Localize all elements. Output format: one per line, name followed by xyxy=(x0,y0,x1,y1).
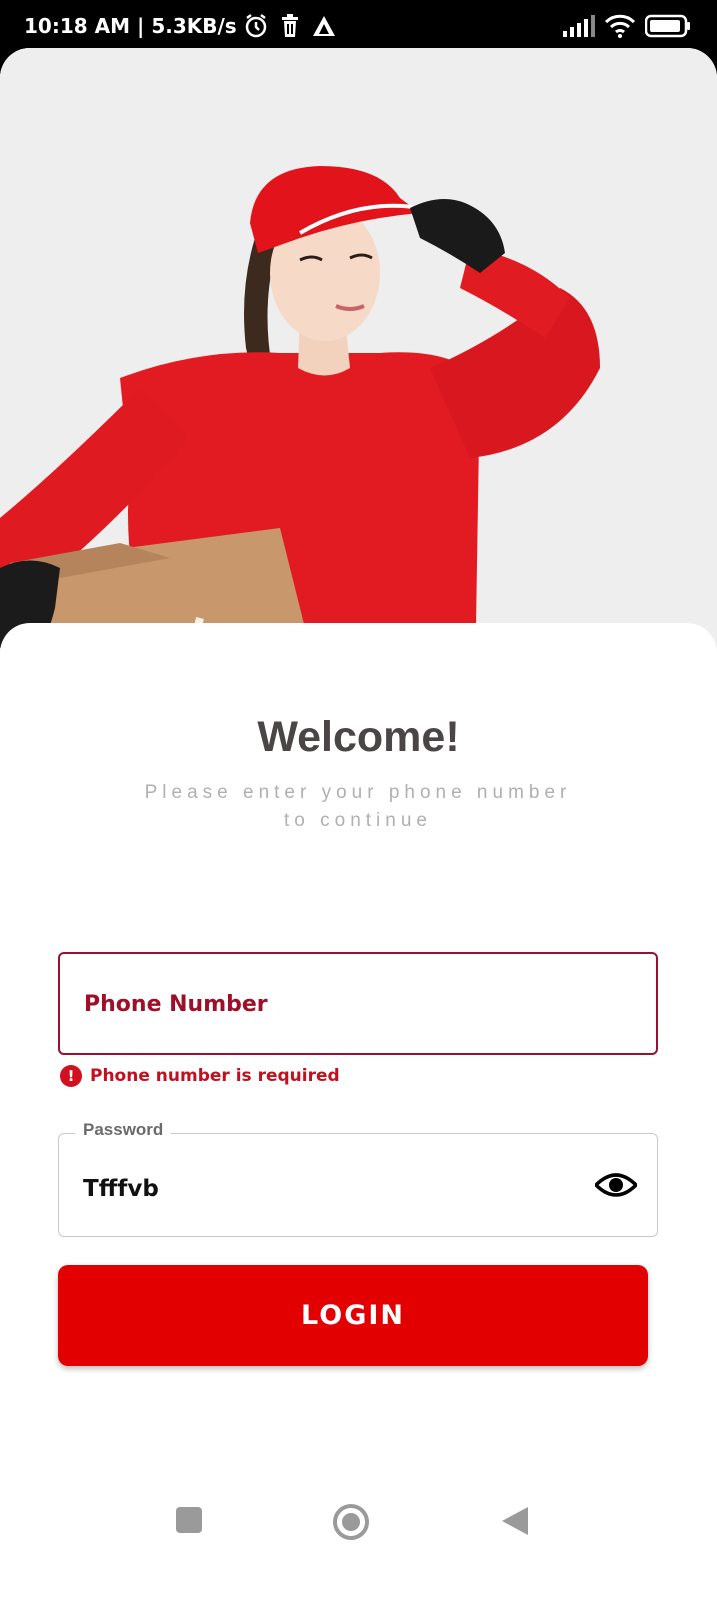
login-card: Welcome! Please enter your phone number … xyxy=(0,623,717,1600)
hero-image xyxy=(0,48,717,688)
subtitle-line-1: Please enter your phone number xyxy=(144,782,572,803)
subtitle-line-2: to continue xyxy=(284,810,432,831)
trash-icon xyxy=(281,14,298,37)
status-bar: 10:18 AM | 5.3KB/s xyxy=(0,0,717,52)
status-notification-icons xyxy=(243,13,337,39)
phone-number-label: Phone Number xyxy=(84,992,268,1017)
recent-apps-icon[interactable] xyxy=(174,1505,204,1535)
phone-error-text: Phone number is required xyxy=(90,1066,340,1086)
phone-number-field[interactable]: Phone Number xyxy=(58,952,658,1055)
eye-icon[interactable] xyxy=(595,1170,637,1200)
wifi-icon xyxy=(605,14,635,38)
status-separator: | xyxy=(137,14,145,38)
network-speed: 5.3KB/s xyxy=(151,14,237,38)
password-label: Password xyxy=(75,1120,172,1140)
password-field[interactable]: Password Tfffvb xyxy=(58,1120,658,1237)
page-subtitle: Please enter your phone number to contin… xyxy=(118,779,598,835)
page-title: Welcome! xyxy=(257,713,460,761)
status-left: 10:18 AM | 5.3KB/s xyxy=(24,13,337,39)
battery-icon xyxy=(645,14,690,38)
phone-error-message: ! Phone number is required xyxy=(60,1065,340,1087)
signal-icon xyxy=(563,15,595,37)
password-input[interactable]: Tfffvb xyxy=(83,1176,159,1202)
home-icon[interactable] xyxy=(332,1503,370,1541)
status-right xyxy=(563,14,691,38)
login-button[interactable]: LOGIN xyxy=(58,1265,648,1366)
error-icon: ! xyxy=(60,1065,82,1087)
login-screen: Welcome! Please enter your phone number … xyxy=(0,48,717,1600)
delivery-person-illustration xyxy=(0,48,717,688)
status-time: 10:18 AM xyxy=(24,14,131,38)
app-notification-icon xyxy=(312,16,335,36)
alarm-icon xyxy=(245,14,266,38)
back-icon[interactable] xyxy=(500,1505,530,1537)
